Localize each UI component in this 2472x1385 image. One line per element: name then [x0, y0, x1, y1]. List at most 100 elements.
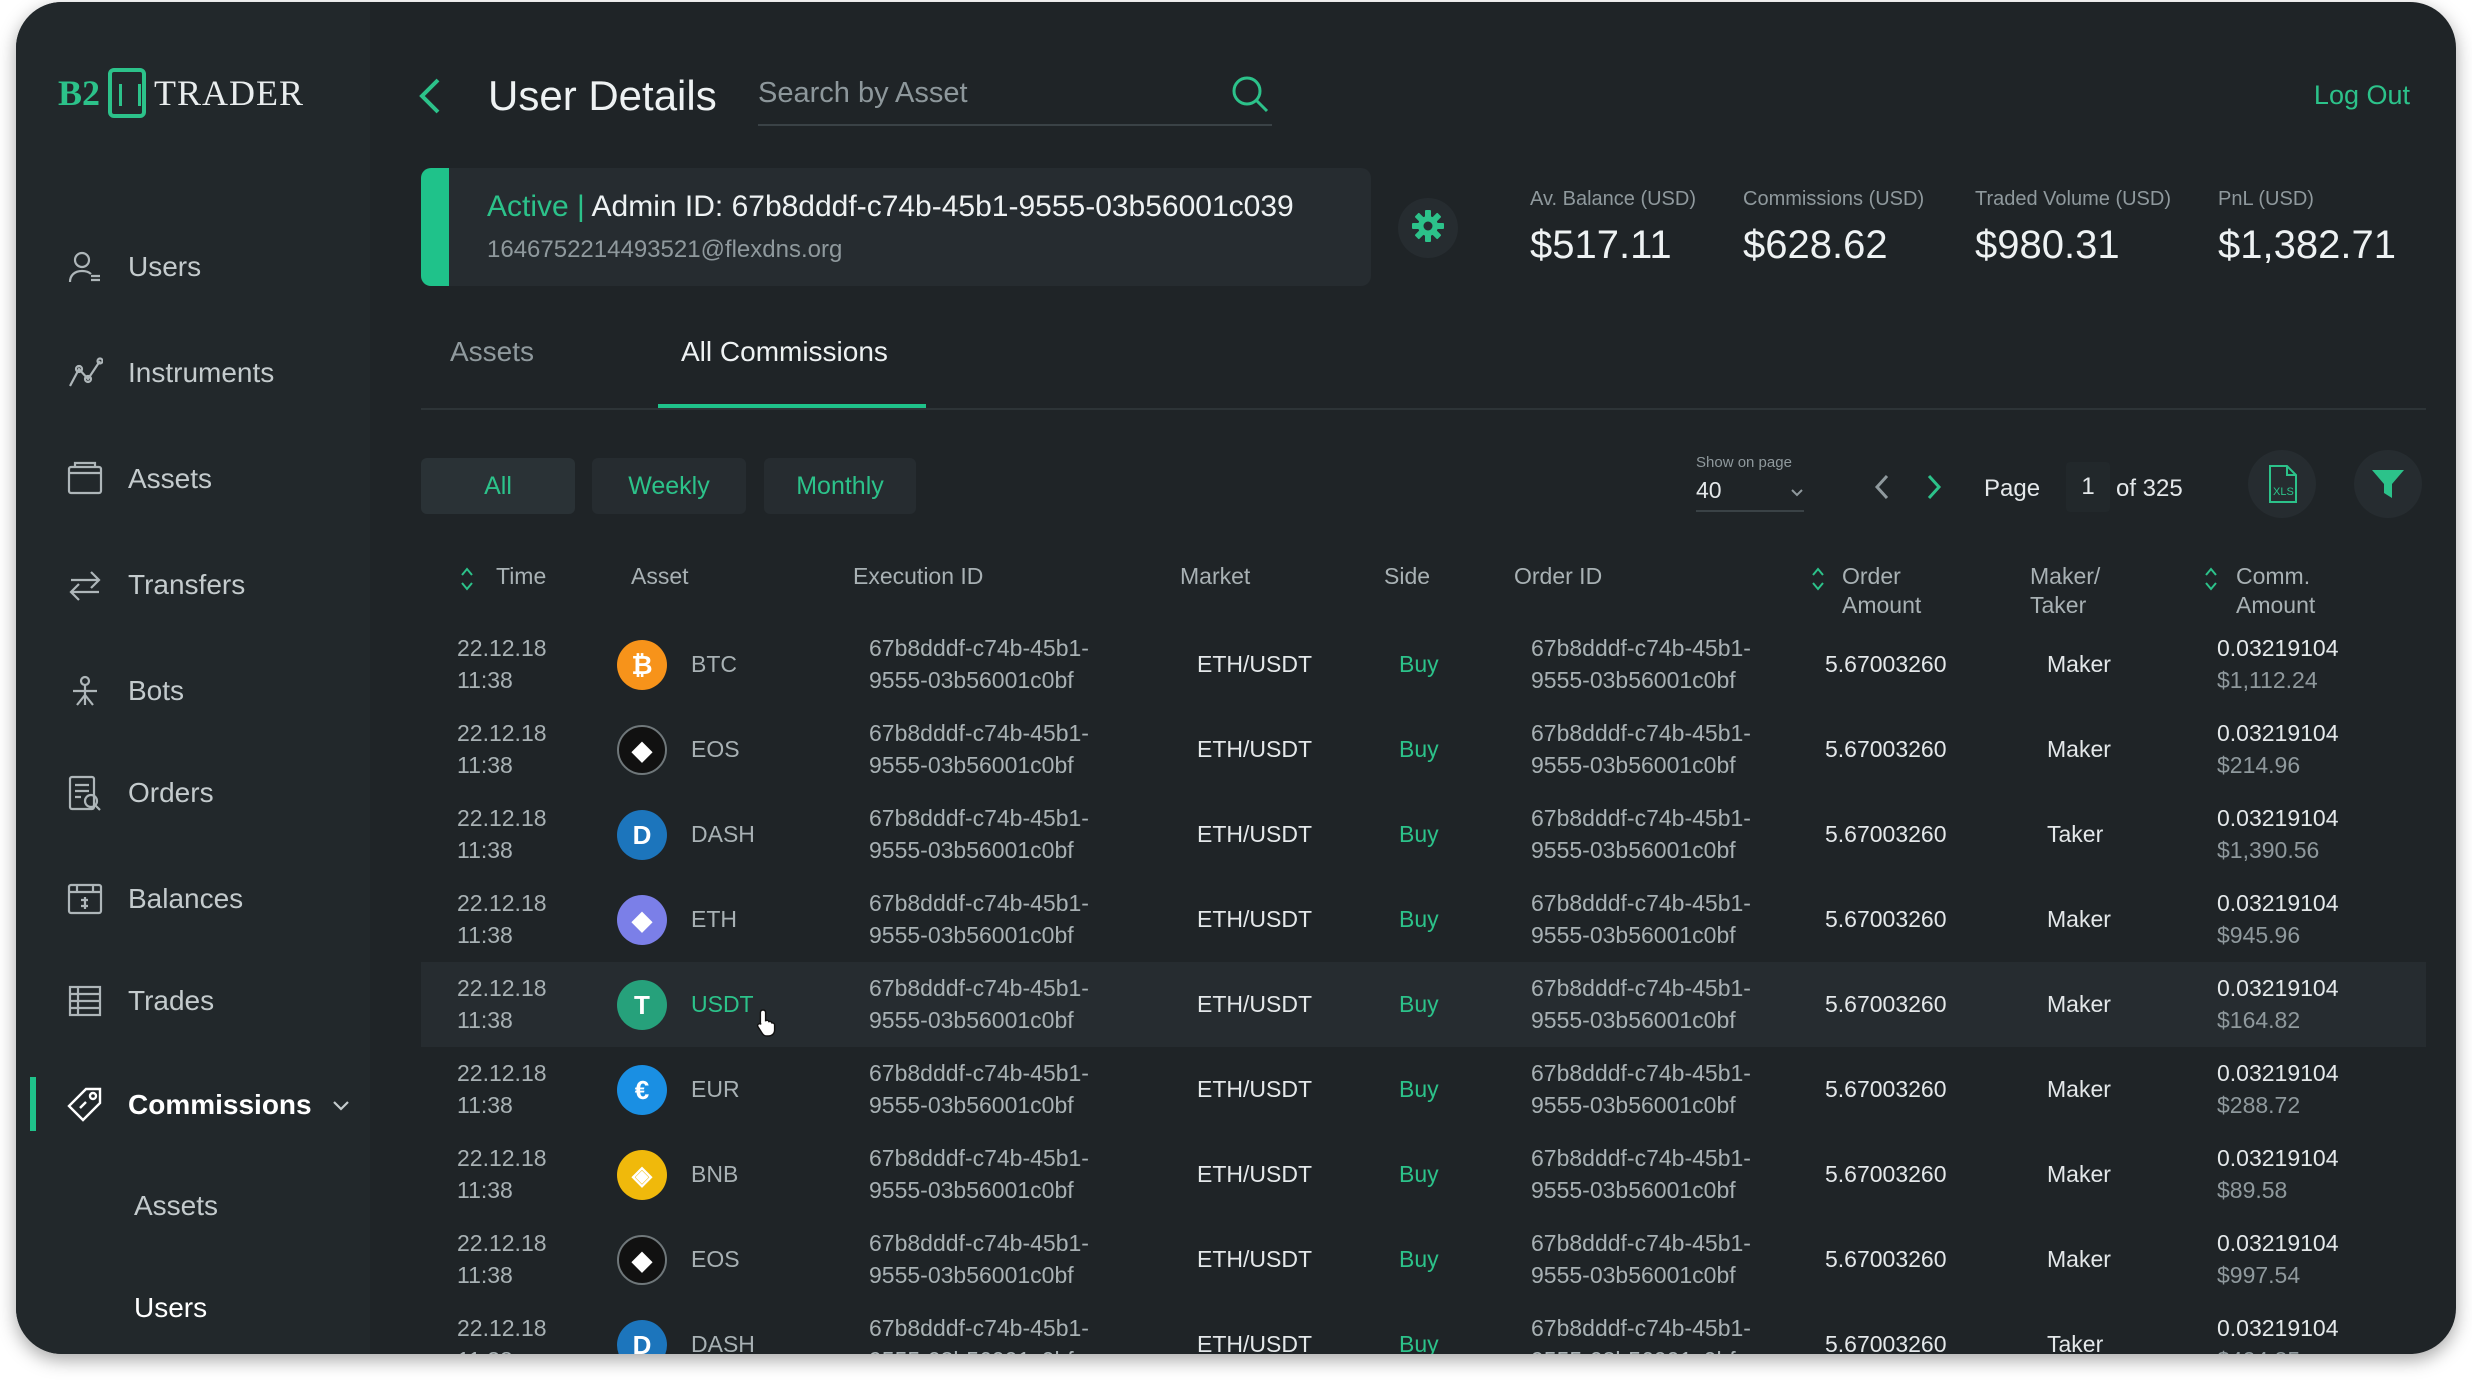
- cell-order-id-line2: 9555-03b56001c0bf: [1531, 1177, 1736, 1203]
- header-maker-taker-line2: Taker: [2030, 592, 2087, 618]
- chevron-down-icon: [1790, 477, 1804, 504]
- cell-order-id-line2: 9555-03b56001c0bf: [1531, 667, 1736, 693]
- submenu-item-users[interactable]: Users: [134, 1292, 207, 1324]
- cell-comm-amount: 0.03219104 $89.58: [2217, 1142, 2339, 1206]
- cell-asset[interactable]: BNB: [691, 1158, 738, 1190]
- user-card: Active | Admin ID: 67b8dddf-c74b-45b1-95…: [421, 168, 1371, 286]
- cell-asset[interactable]: DASH: [691, 818, 755, 850]
- submenu-item-assets[interactable]: Assets: [134, 1190, 218, 1222]
- filter-monthly[interactable]: Monthly: [764, 458, 916, 514]
- cell-comm-amount: 0.03219104 $945.96: [2217, 887, 2339, 951]
- stat-value: $628.62: [1743, 223, 1888, 267]
- sort-icon[interactable]: [2204, 566, 2218, 592]
- sort-icon[interactable]: [1811, 566, 1825, 592]
- cell-order-id-line1: 67b8dddf-c74b-45b1-: [1531, 1145, 1751, 1171]
- cell-execution-id-line1: 67b8dddf-c74b-45b1-: [869, 805, 1089, 831]
- cell-side: Buy: [1399, 651, 1439, 677]
- usdt-coin-icon: T: [617, 980, 667, 1030]
- header-comm-amount-line1: Comm.: [2236, 563, 2311, 589]
- tab-all-commissions[interactable]: All Commissions: [681, 336, 888, 368]
- search-icon[interactable]: [1230, 74, 1270, 119]
- cell-time: 22.12.18 11:38: [457, 632, 547, 696]
- filter-weekly[interactable]: Weekly: [592, 458, 746, 514]
- cell-asset[interactable]: EOS: [691, 733, 740, 765]
- logo[interactable]: B2 TRADER: [58, 68, 304, 118]
- cell-order-id-line1: 67b8dddf-c74b-45b1-: [1531, 975, 1751, 1001]
- cell-asset[interactable]: BTC: [691, 648, 737, 680]
- cell-execution-id-line2: 9555-03b56001c0bf: [869, 1262, 1074, 1288]
- header-time[interactable]: Time: [496, 562, 546, 591]
- next-page-icon[interactable]: [1918, 472, 1948, 502]
- cell-order-id-line2: 9555-03b56001c0bf: [1531, 1344, 1751, 1354]
- cell-comm-value: 0.03219104: [2217, 805, 2339, 831]
- cell-order-id-line2: 9555-03b56001c0bf: [1531, 1092, 1736, 1118]
- cell-market: ETH/USDT: [1197, 1076, 1312, 1102]
- cell-execution-id: 67b8dddf-c74b-45b1- 9555-03b56001c0bf: [869, 887, 1089, 951]
- cell-maker-taker: Maker: [2047, 991, 2111, 1017]
- cell-asset[interactable]: USDT: [691, 988, 754, 1020]
- sidebar-item-assets[interactable]: Assets: [66, 460, 212, 498]
- sidebar-item-transfers[interactable]: Transfers: [66, 566, 245, 604]
- sidebar-item-balances[interactable]: Balances: [66, 880, 243, 918]
- table-row[interactable]: 22.12.18 11:38 D DASH 67b8dddf-c74b-45b1…: [421, 1302, 2426, 1354]
- filter-button[interactable]: [2354, 450, 2422, 518]
- gear-icon: [1411, 209, 1445, 248]
- settings-button[interactable]: [1398, 198, 1458, 258]
- table-row[interactable]: 22.12.18 11:38 ◆ ETH 67b8dddf-c74b-45b1-…: [421, 877, 2426, 962]
- page-number-input[interactable]: 1: [2066, 462, 2110, 512]
- logo-trader-text: TRADER: [154, 73, 305, 113]
- cell-comm-amount: 0.03219104 $164.82: [2217, 972, 2339, 1036]
- sidebar-item-commissions[interactable]: Commissions: [66, 1086, 312, 1124]
- cell-clock: 11:38: [457, 667, 513, 693]
- table-row[interactable]: 22.12.18 11:38 D DASH 67b8dddf-c74b-45b1…: [421, 792, 2426, 877]
- app-window: B2 TRADER Users Instruments Assets Trans…: [16, 2, 2456, 1354]
- table-row[interactable]: 22.12.18 11:38 ◈ BNB 67b8dddf-c74b-45b1-…: [421, 1132, 2426, 1217]
- stat-value: $517.11: [1530, 223, 1672, 267]
- header-order-amount[interactable]: Order Amount: [1842, 562, 1921, 620]
- export-xls-button[interactable]: XLS: [2248, 450, 2316, 518]
- cell-asset[interactable]: EUR: [691, 1073, 740, 1105]
- cell-maker-taker: Taker: [2047, 1331, 2104, 1354]
- cell-comm-value: 0.03219104: [2217, 1230, 2339, 1256]
- cell-execution-id-line1: 67b8dddf-c74b-45b1-: [869, 975, 1089, 1001]
- table-row[interactable]: 22.12.18 11:38 ◆ EOS 67b8dddf-c74b-45b1-…: [421, 707, 2426, 792]
- filter-all[interactable]: All: [421, 458, 575, 514]
- cell-maker-taker: Maker: [2047, 736, 2111, 762]
- chevron-down-icon[interactable]: [332, 1095, 350, 1118]
- transfer-arrows-icon: [66, 566, 104, 604]
- cell-comm-usd: $288.72: [2217, 1092, 2301, 1118]
- cell-asset[interactable]: ETH: [691, 903, 737, 935]
- stat-label: Av. Balance (USD): [1530, 188, 1696, 210]
- cell-order-id: 67b8dddf-c74b-45b1- 9555-03b56001c0bf: [1531, 802, 1751, 866]
- cell-asset[interactable]: DASH: [691, 1328, 755, 1354]
- per-page-select[interactable]: Show on page 40: [1696, 454, 1804, 512]
- sidebar-item-users[interactable]: Users: [66, 248, 201, 286]
- cell-order-id: 67b8dddf-c74b-45b1- 9555-03b56001c0bf: [1531, 1142, 1751, 1206]
- cell-order-id: 67b8dddf-c74b-45b1- 9555-03b56001c0bf: [1531, 632, 1751, 696]
- table-row[interactable]: 22.12.18 11:38 T USDT 67b8dddf-c74b-45b1…: [421, 962, 2426, 1047]
- cell-clock: 11:38: [457, 1344, 547, 1354]
- btc-coin-icon: ₿: [617, 640, 667, 690]
- tab-assets[interactable]: Assets: [450, 336, 534, 368]
- table-row[interactable]: 22.12.18 11:38 ₿ BTC 67b8dddf-c74b-45b1-…: [421, 622, 2426, 707]
- cell-time: 22.12.18 11:38: [457, 1312, 547, 1354]
- table-row[interactable]: 22.12.18 11:38 € EUR 67b8dddf-c74b-45b1-…: [421, 1047, 2426, 1132]
- header-comm-amount[interactable]: Comm. Amount: [2236, 562, 2315, 620]
- search-input[interactable]: [758, 68, 1198, 118]
- cell-asset[interactable]: EOS: [691, 1243, 740, 1275]
- sidebar-item-orders[interactable]: Orders: [66, 774, 214, 812]
- back-arrow-icon[interactable]: [416, 78, 450, 114]
- prev-page-icon[interactable]: [1868, 472, 1898, 502]
- sidebar-item-label: Balances: [128, 883, 244, 914]
- sort-icon[interactable]: [460, 566, 474, 592]
- table-row[interactable]: 22.12.18 11:38 ◆ EOS 67b8dddf-c74b-45b1-…: [421, 1217, 2426, 1302]
- filter-funnel-icon: [2372, 470, 2404, 498]
- cell-execution-id: 67b8dddf-c74b-45b1- 9555-03b56001c0bf: [869, 1057, 1089, 1121]
- sidebar-item-instruments[interactable]: Instruments: [66, 354, 274, 392]
- logout-link[interactable]: Log Out: [2314, 80, 2410, 111]
- cell-execution-id: 67b8dddf-c74b-45b1- 9555-03b56001c0bf: [869, 632, 1089, 696]
- sidebar-item-trades[interactable]: Trades: [66, 982, 214, 1020]
- cell-order-id-line1: 67b8dddf-c74b-45b1-: [1531, 635, 1751, 661]
- sidebar-item-bots[interactable]: Bots: [66, 672, 184, 710]
- cell-date: 22.12.18: [457, 975, 547, 1001]
